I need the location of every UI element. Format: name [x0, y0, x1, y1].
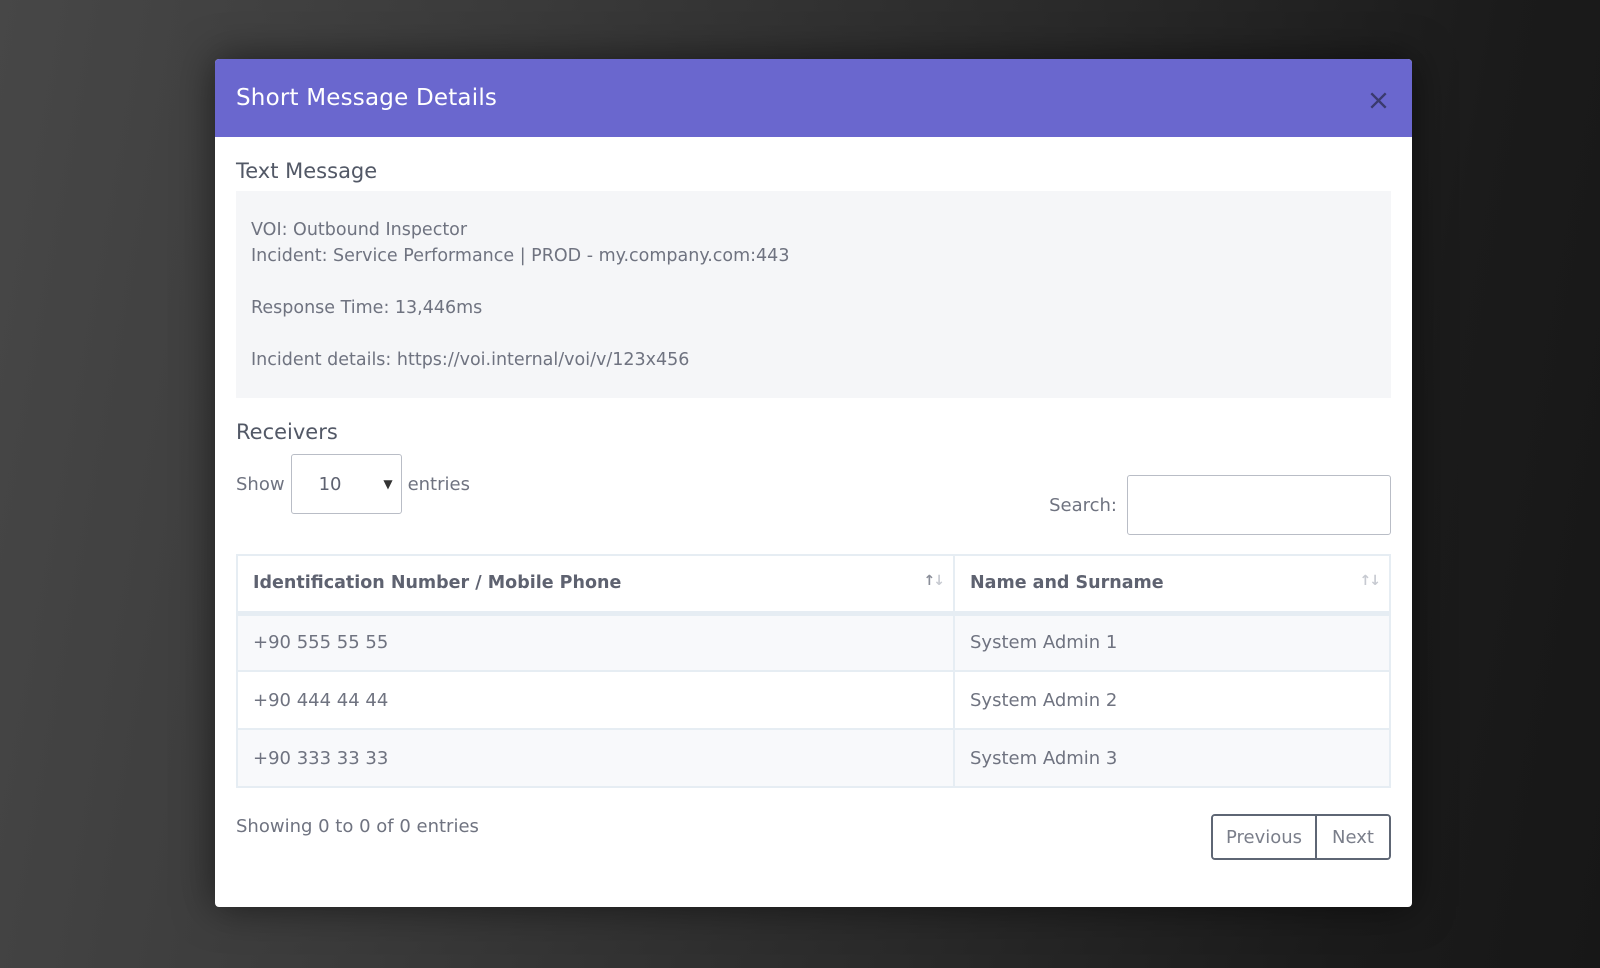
entries-length-control: Show 10 ▼ entries	[236, 454, 470, 514]
entries-length-value: 10	[318, 473, 342, 495]
table-row: +90 555 55 55 System Admin 1	[237, 613, 1390, 672]
text-message-content: VOI: Outbound Inspector Incident: Servic…	[236, 191, 1391, 398]
table-info: Showing 0 to 0 of 0 entries	[236, 816, 479, 837]
close-button[interactable]	[1364, 86, 1392, 114]
message-line: VOI: Outbound Inspector	[251, 220, 468, 240]
message-line	[251, 269, 1376, 295]
close-icon	[1369, 91, 1387, 109]
table-footer: Showing 0 to 0 of 0 entries Previous Nex…	[236, 788, 1391, 878]
cell-id-phone: +90 555 55 55	[237, 613, 955, 672]
pagination: Previous Next	[1211, 814, 1391, 860]
modal-title: Short Message Details	[236, 85, 498, 111]
message-line: Incident details: https://voi.internal/v…	[251, 350, 690, 370]
caret-down-icon: ▼	[383, 477, 393, 491]
text-message-title: Text Message	[236, 159, 378, 183]
search-control: Search:	[1049, 475, 1391, 535]
entries-label: entries	[407, 473, 470, 495]
cell-name: System Admin 3	[954, 729, 1390, 788]
message-line	[251, 321, 1376, 347]
short-message-details-modal: Short Message Details Text Message VOI: …	[215, 59, 1412, 907]
next-button[interactable]: Next	[1317, 816, 1389, 858]
cell-name: System Admin 1	[954, 613, 1390, 672]
modal-header: Short Message Details	[215, 59, 1412, 137]
table-row: +90 444 44 44 System Admin 2	[237, 671, 1390, 730]
entries-length-select[interactable]: 10 ▼	[290, 454, 402, 514]
table-controls: Show 10 ▼ entries Search:	[236, 454, 1391, 554]
search-input[interactable]	[1127, 475, 1391, 535]
message-line: Response Time: 13,446ms	[251, 298, 483, 318]
column-header-label: Identification Number / Mobile Phone	[253, 573, 622, 594]
sort-icon: ↑↓	[1359, 573, 1381, 589]
column-header-label: Name and Surname	[970, 573, 1164, 594]
table-header-row: Identification Number / Mobile Phone ↑↓ …	[237, 555, 1390, 616]
table-row: +90 333 33 33 System Admin 3	[237, 729, 1390, 788]
cell-id-phone: +90 333 33 33	[237, 729, 955, 788]
cell-id-phone: +90 444 44 44	[237, 671, 955, 730]
column-header-name[interactable]: Name and Surname ↑↓	[954, 555, 1390, 616]
message-line: Incident: Service Performance | PROD - m…	[251, 246, 790, 266]
show-label: Show	[236, 473, 285, 495]
search-label: Search:	[1049, 494, 1117, 516]
previous-button[interactable]: Previous	[1213, 816, 1317, 858]
receivers-title: Receivers	[236, 420, 338, 444]
modal-body: Text Message VOI: Outbound Inspector Inc…	[215, 137, 1412, 878]
column-header-id-phone[interactable]: Identification Number / Mobile Phone ↑↓	[237, 555, 955, 616]
cell-name: System Admin 2	[954, 671, 1390, 730]
sort-ascending-icon: ↑↓	[923, 573, 945, 589]
receivers-table: Identification Number / Mobile Phone ↑↓ …	[236, 554, 1391, 788]
